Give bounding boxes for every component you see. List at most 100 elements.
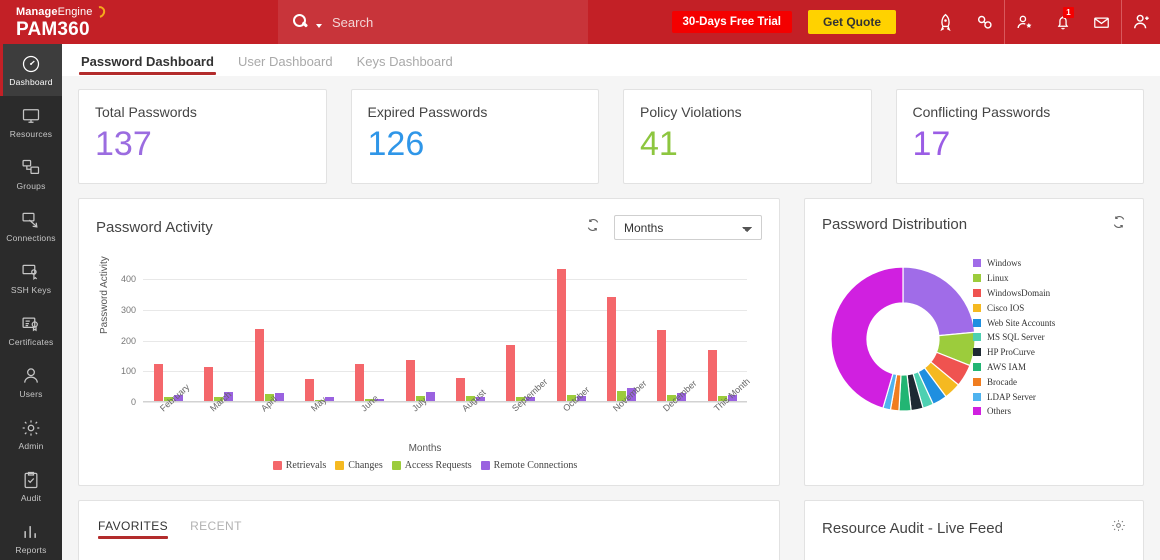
sidebar-item-audit[interactable]: Audit [0, 460, 62, 512]
grid-line [143, 402, 747, 403]
legend-item[interactable]: Web Site Accounts [973, 315, 1055, 330]
brand-logo[interactable]: ManageEngine PAM360 [0, 0, 278, 44]
bar-group[interactable] [607, 297, 637, 401]
tab-user-dashboard[interactable]: User Dashboard [238, 54, 333, 75]
kpi-title: Total Passwords [95, 104, 197, 120]
bar[interactable] [405, 359, 415, 401]
bar[interactable] [607, 297, 617, 401]
bar[interactable] [154, 363, 164, 401]
bar-group[interactable] [254, 328, 284, 401]
rocket-icon[interactable] [926, 0, 965, 44]
sidebar-item-groups[interactable]: Groups [0, 148, 62, 200]
refresh-icon[interactable] [586, 218, 600, 237]
bell-icon[interactable]: 1 [1043, 0, 1082, 44]
monitor-icon [21, 106, 41, 126]
sidebar-item-reports[interactable]: Reports [0, 512, 62, 560]
panel-title: Password Distribution [822, 216, 968, 233]
bar[interactable] [305, 378, 315, 401]
kpi-title: Conflicting Passwords [912, 104, 1051, 120]
legend-item[interactable]: Cisco IOS [973, 300, 1055, 315]
legend-item[interactable]: Access Requests [391, 460, 472, 471]
y-axis-tick: 300 [120, 305, 136, 315]
sidebar-item-label: SSH Keys [10, 284, 52, 295]
kpi-card-expired-passwords[interactable]: Expired Passwords 126 [350, 89, 599, 184]
tab-favorites[interactable]: FAVORITES [98, 519, 169, 539]
legend-label: Others [987, 406, 1011, 417]
bar-group[interactable] [405, 359, 435, 401]
bar-chart-icon [21, 522, 41, 542]
legend-swatch [973, 318, 981, 327]
legend-item[interactable]: Changes [335, 460, 383, 471]
password-distribution-panel: Password Distribution Windows Linux Window… [804, 198, 1144, 486]
panel-tools: MonthsWeeksDaysHours [586, 215, 762, 240]
legend-item[interactable]: Linux [973, 271, 1055, 286]
sidebar-item-admin[interactable]: Admin [0, 408, 62, 460]
donut-chart[interactable] [828, 264, 978, 414]
sidebar-item-dashboard[interactable]: Dashboard [0, 44, 62, 96]
link-icon[interactable] [965, 0, 1004, 44]
sidebar-item-certificates[interactable]: Certificates [0, 304, 62, 356]
tab-keys-dashboard[interactable]: Keys Dashboard [357, 54, 453, 75]
pam360-dashboard: ManageEngine PAM360 30-Days Free Trial G… [0, 0, 1160, 560]
sidebar-item-resources[interactable]: Resources [0, 96, 62, 148]
time-range-select[interactable]: MonthsWeeksDaysHours [614, 215, 762, 240]
legend-item[interactable]: Remote Connections [480, 460, 577, 471]
sidebar-item-ssh-keys[interactable]: SSH Keys [0, 252, 62, 304]
kpi-card-conflicting-passwords[interactable]: Conflicting Passwords 17 [895, 89, 1144, 184]
bar[interactable] [204, 367, 214, 401]
grid-line [143, 371, 747, 373]
legend-item[interactable]: WindowsDomain [973, 286, 1055, 301]
tab-password-dashboard[interactable]: Password Dashboard [79, 54, 216, 75]
sidebar-item-label: Resources [9, 128, 53, 139]
legend-item[interactable]: AWS IAM [973, 360, 1055, 375]
gauge-icon [21, 54, 41, 74]
bar[interactable] [556, 269, 566, 401]
sidebar-item-label: Users [19, 388, 43, 399]
legend-label: MS SQL Server [987, 332, 1045, 343]
global-search[interactable] [278, 0, 588, 44]
legend-item[interactable]: HP ProCurve [973, 345, 1055, 360]
sidebar-item-label: Groups [16, 180, 46, 191]
free-trial-button[interactable]: 30-Days Free Trial [671, 11, 792, 33]
sidebar-item-connections[interactable]: Connections [0, 200, 62, 252]
get-quote-button[interactable]: Get Quote [807, 10, 896, 34]
donut-slice[interactable] [902, 266, 976, 337]
search-input[interactable] [332, 14, 562, 30]
mail-icon[interactable] [1082, 0, 1121, 44]
bar[interactable] [456, 378, 466, 401]
legend-item[interactable]: MS SQL Server [973, 330, 1055, 345]
groups-icon [21, 158, 41, 178]
legend-item[interactable]: Retrievals [272, 460, 326, 471]
bar[interactable] [355, 364, 365, 401]
connections-icon [21, 210, 41, 230]
tab-recent[interactable]: RECENT [190, 519, 242, 539]
user-star-icon[interactable] [1004, 0, 1043, 44]
legend-item[interactable]: Brocade [973, 374, 1055, 389]
manageengine-wordmark: ManageEngine [16, 5, 278, 18]
legend-item[interactable]: Windows [973, 256, 1055, 271]
legend-item[interactable]: LDAP Server [973, 389, 1055, 404]
kpi-title: Policy Violations [640, 104, 742, 120]
legend-item[interactable]: Others [973, 404, 1055, 419]
gear-icon[interactable] [1111, 518, 1126, 538]
bar[interactable] [707, 350, 717, 401]
password-distribution-chart: Windows Linux WindowsDomain Cisco IOS Web Si… [805, 234, 1143, 466]
bar[interactable] [254, 328, 264, 401]
legend-swatch [973, 303, 981, 312]
password-distribution-header: Password Distribution [805, 199, 1143, 234]
panel-title: Resource Audit - Live Feed [822, 519, 1003, 537]
sidebar-item-users[interactable]: Users [0, 356, 62, 408]
legend-swatch [973, 348, 981, 357]
bar[interactable] [506, 345, 516, 401]
legend-swatch [973, 392, 981, 401]
kpi-card-policy-violations[interactable]: Policy Violations 41 [623, 89, 872, 184]
kpi-card-total-passwords[interactable]: Total Passwords 137 [78, 89, 327, 184]
profile-icon[interactable] [1121, 0, 1160, 44]
legend-label: LDAP Server [987, 391, 1036, 402]
bar-group[interactable] [556, 269, 586, 401]
bar[interactable] [425, 392, 435, 401]
refresh-icon[interactable] [1112, 215, 1126, 234]
bar[interactable] [657, 329, 667, 401]
left-sidebar: Dashboard Resources Groups Connections S… [0, 44, 62, 560]
kpi-value: 41 [640, 125, 678, 163]
